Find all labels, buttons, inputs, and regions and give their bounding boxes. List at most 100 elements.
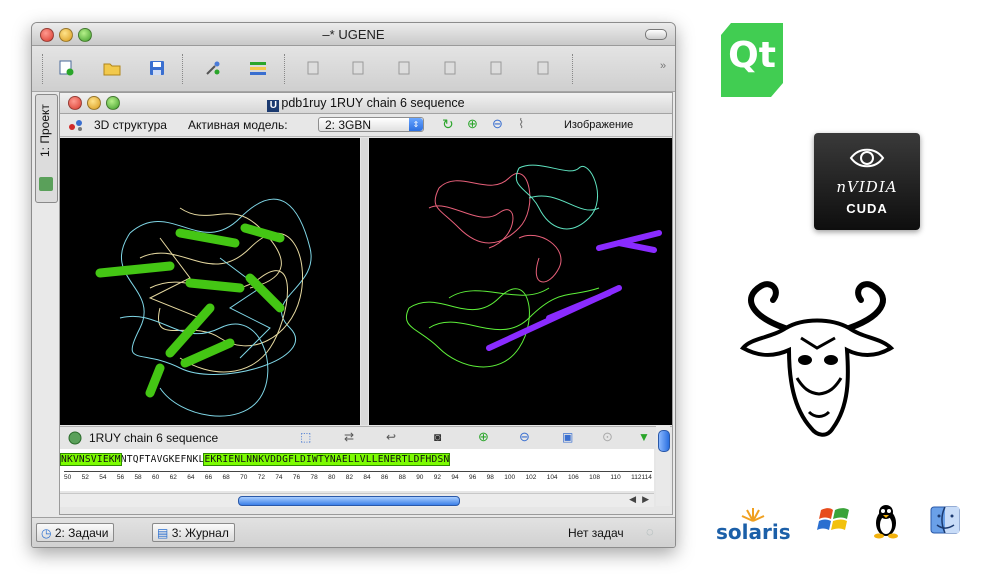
sequence-segment-highlighted: EKRIENLNNKVDDGFLDIWTYNAELLVLLENERTLDFHDS…	[203, 453, 451, 466]
zoom-out-icon[interactable]: ⊖	[492, 116, 503, 132]
gnu-head-image	[739, 281, 895, 437]
ruler-tick: 70	[240, 474, 248, 481]
sequence-row: NKVNSVIEKMNTQFTAVGKEFNKLEKRIENLNNKVDDGFL…	[60, 453, 451, 467]
scroll-right-icon[interactable]: ▶	[642, 494, 649, 505]
ruler-tick: 72	[257, 474, 265, 481]
tool-button-1[interactable]	[303, 58, 323, 78]
document-tool-icon	[444, 61, 456, 75]
zoom-in-icon[interactable]: ⊕	[467, 116, 478, 132]
ruler-tick: 88	[398, 474, 406, 481]
toolbar-overflow-icon[interactable]: »	[660, 60, 666, 72]
sequence-segment-highlighted: NKVNSVIEKM	[60, 453, 122, 466]
subwindow-title: Updb1ruy 1RUY chain 6 sequence	[60, 96, 672, 112]
tool-button-5[interactable]	[486, 58, 506, 78]
ruler-tick: 94	[451, 474, 459, 481]
camera-icon[interactable]: ◙	[434, 430, 441, 444]
tool-button-6[interactable]	[533, 58, 553, 78]
restart-icon[interactable]: ↻	[442, 116, 454, 133]
open-button[interactable]	[102, 58, 122, 78]
ruler-tick: 62	[169, 474, 177, 481]
qt-logo-text: Qt	[728, 35, 776, 76]
ruler-tick: 112114	[631, 474, 652, 481]
nvidia-cuda-logo: nVIDIA CUDA	[814, 133, 920, 230]
zoom-in-icon[interactable]: ⊕	[478, 429, 489, 445]
translation-icon[interactable]: ⇄	[344, 430, 354, 444]
structure-label: 3D структура	[94, 118, 167, 132]
select-region-icon[interactable]: ⬚	[300, 430, 311, 444]
tool-button-3[interactable]	[394, 58, 414, 78]
search-tool-button[interactable]	[203, 58, 223, 78]
sequence-vertical-scrollbar[interactable]	[656, 426, 670, 506]
zoom-out-icon[interactable]: ⊖	[519, 429, 530, 445]
structure-view-right[interactable]	[369, 138, 672, 425]
ugene-window: –* UGENE » 1: Проект U pdb1ruy 1RUY chai…	[31, 22, 676, 548]
structure-toolbar: 3D структура Активная модель: 2: 3GBN ⇕ ↻…	[60, 114, 672, 137]
scroll-left-icon[interactable]: ◀	[629, 494, 636, 505]
zoom-fit-icon[interactable]: ▣	[562, 430, 573, 444]
qt-logo: Qt	[721, 23, 783, 97]
sequence-area[interactable]: NKVNSVIEKMNTQFTAVGKEFNKLEKRIENLNNKVDDGFL…	[60, 449, 654, 491]
sequence-view-window: Updb1ruy 1RUY chain 6 sequence 3D структ…	[59, 92, 673, 515]
wrap-lines-icon[interactable]: ↩	[386, 430, 396, 444]
active-model-select[interactable]: 2: 3GBN ⇕	[318, 117, 424, 132]
tool-button-4[interactable]	[440, 58, 460, 78]
protein-structure-right-image	[405, 164, 662, 368]
ruler-tick: 50	[64, 474, 72, 481]
sequence-horizontal-scrollbar[interactable]: ◀ ▶	[60, 493, 654, 507]
toolbar-separator	[182, 54, 184, 84]
ruler-tick: 100	[504, 474, 516, 481]
ruler-tick: 80	[328, 474, 336, 481]
windows-logo	[817, 504, 851, 536]
document-tool-icon	[398, 61, 410, 75]
mac-finder-logo	[930, 506, 960, 534]
solaris-logo: solaris	[716, 508, 791, 544]
ruler-tick: 92	[433, 474, 442, 481]
linux-tux-logo	[870, 503, 902, 539]
view-splitter[interactable]	[361, 138, 368, 425]
log-tab-button[interactable]: ▤ 3: Журнал	[152, 523, 235, 542]
ruler-tick: 108	[589, 474, 601, 481]
ruler-tick: 76	[292, 474, 301, 481]
workflow-button[interactable]	[248, 58, 268, 78]
ruler-tick: 54	[99, 474, 107, 481]
protein-structure-left-image	[95, 198, 312, 417]
ruler-tick: 110	[610, 474, 621, 481]
ruler-tick: 74	[275, 474, 283, 481]
paperclip-icon[interactable]: ⌇	[518, 116, 524, 132]
ruler-tick: 86	[380, 474, 389, 481]
toolbar-toggle-button[interactable]	[645, 29, 667, 40]
ruler-tick: 84	[363, 474, 371, 481]
save-button[interactable]	[147, 58, 167, 78]
tool-button-2[interactable]	[348, 58, 368, 78]
ruler-tick: 52	[81, 474, 89, 481]
ruler-tick: 98	[486, 474, 494, 481]
magic-wand-icon	[206, 61, 220, 75]
nvidia-eye-icon	[849, 148, 885, 168]
horizontal-scroll-thumb[interactable]	[238, 496, 460, 506]
project-dock-tab[interactable]: 1: Проект	[35, 94, 58, 203]
vertical-scroll-thumb[interactable]	[658, 430, 670, 452]
folder-icon	[103, 63, 121, 76]
ruler-tick: 102	[525, 474, 537, 481]
zoom-to-selection-icon[interactable]: ⊙	[602, 429, 613, 445]
tasks-tab-button[interactable]: ◷ 2: Задачи	[36, 523, 115, 542]
document-tool-icon	[490, 61, 502, 75]
layers-icon	[250, 62, 266, 75]
toolbar-separator	[572, 54, 574, 84]
image-menu[interactable]: Изображение	[564, 119, 633, 131]
gnu-logo	[731, 278, 903, 458]
lightbulb-icon[interactable]: ◌	[646, 524, 654, 539]
new-project-button[interactable]	[56, 58, 76, 78]
chevron-updown-icon: ⇕	[409, 118, 423, 131]
structure-view-left[interactable]	[60, 138, 360, 425]
book-icon: ▤	[157, 526, 169, 540]
active-model-label: Активная модель:	[188, 118, 288, 132]
log-tab-label: 3: Журнал	[171, 526, 229, 540]
molecule-icon	[69, 120, 82, 131]
document-tool-icon	[537, 61, 549, 75]
subwindow-title-text: pdb1ruy 1RUY chain 6 sequence	[281, 96, 465, 110]
globe-icon	[68, 431, 82, 445]
ugene-logo-icon: U	[267, 100, 280, 112]
clock-icon: ◷	[41, 526, 52, 540]
collapse-arrow-icon[interactable]: ▼	[638, 430, 650, 444]
